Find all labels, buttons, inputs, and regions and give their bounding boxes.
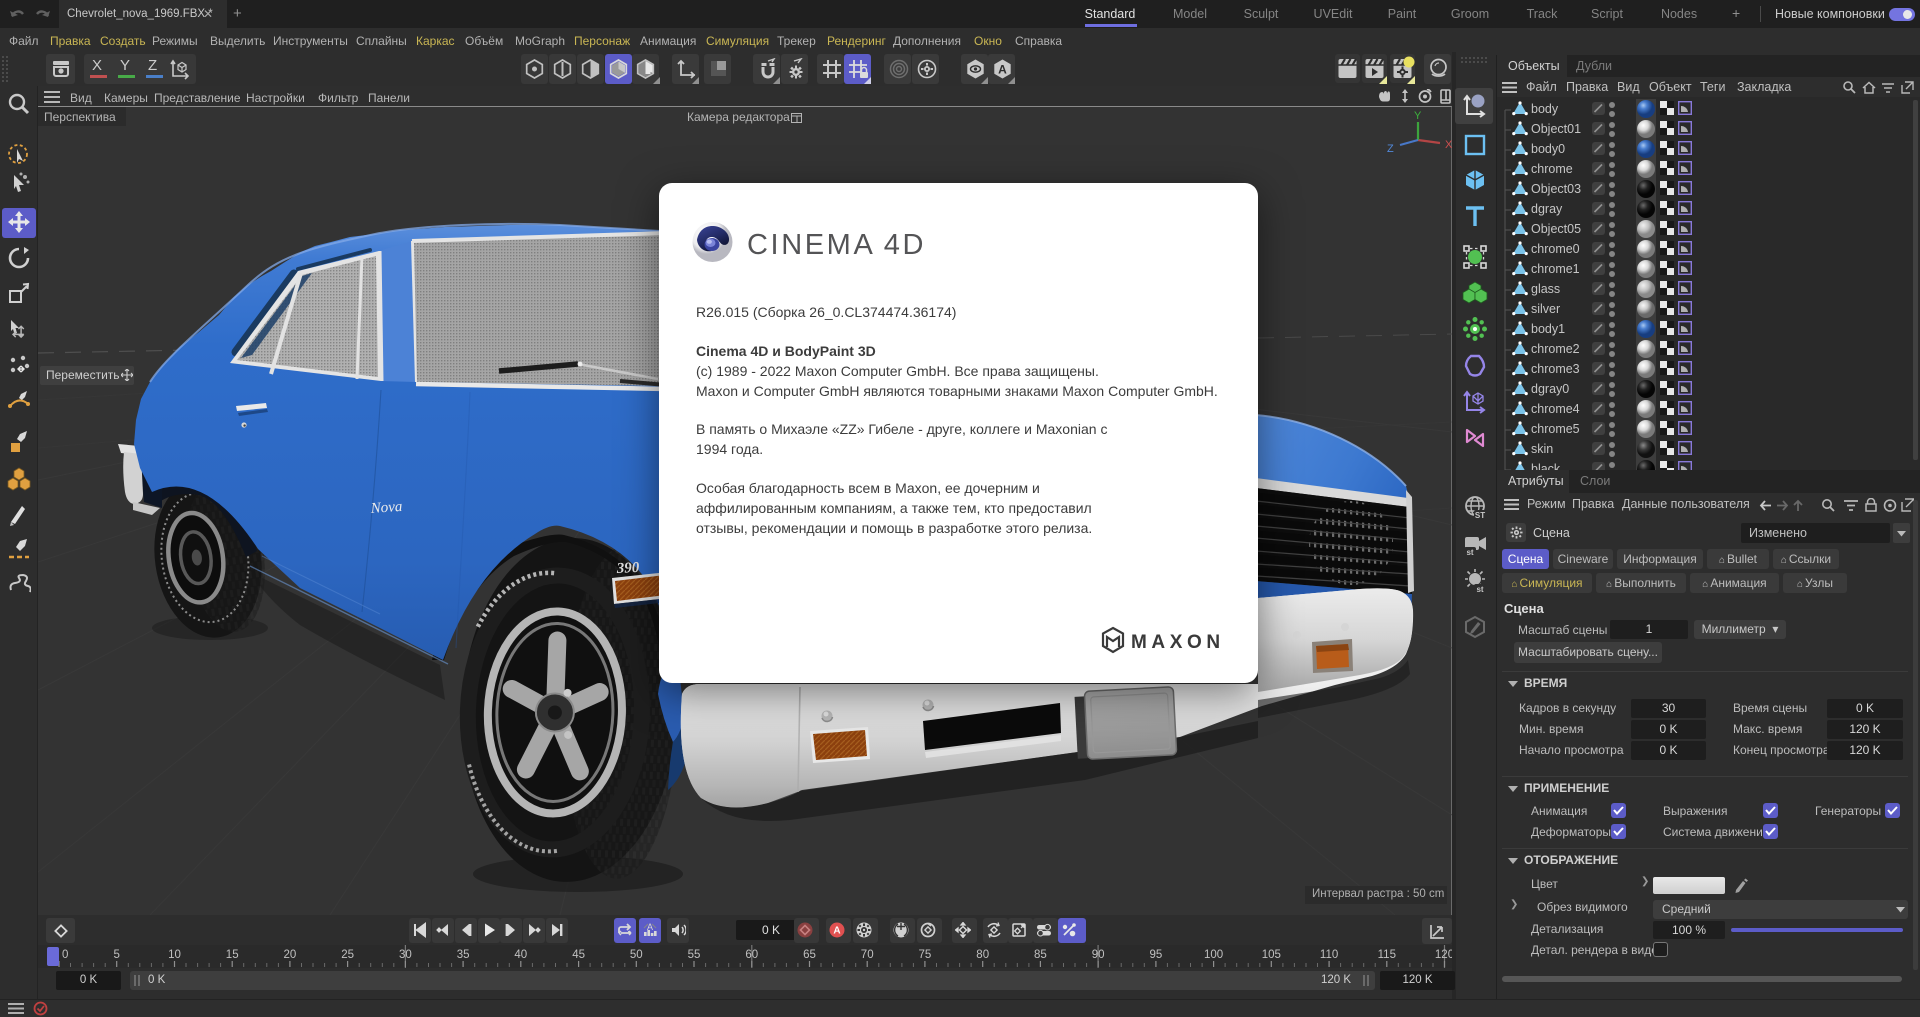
svg-text:silver: silver (1531, 302, 1560, 316)
svg-text:chrome2: chrome2 (1531, 342, 1580, 356)
svg-text:chrome3: chrome3 (1531, 362, 1580, 376)
svg-text:100: 100 (1204, 949, 1223, 961)
svg-text:Nova: Nova (369, 499, 403, 517)
svg-text:Object03: Object03 (1531, 182, 1581, 196)
svg-text:0: 0 (62, 949, 68, 961)
svg-text:10: 10 (168, 949, 181, 961)
svg-text:body: body (1531, 102, 1559, 116)
svg-text:body0: body0 (1531, 142, 1565, 156)
svg-text:Y: Y (1414, 110, 1422, 122)
svg-text:85: 85 (1034, 949, 1047, 961)
svg-text:30: 30 (399, 949, 412, 961)
svg-text:90: 90 (1092, 949, 1105, 961)
svg-text:skin: skin (1531, 442, 1553, 456)
svg-text:Object01: Object01 (1531, 122, 1581, 136)
svg-text:105: 105 (1262, 949, 1281, 961)
svg-text:25: 25 (341, 949, 354, 961)
svg-text:5: 5 (113, 949, 119, 961)
svg-text:80: 80 (976, 949, 989, 961)
svg-text:chrome1: chrome1 (1531, 262, 1580, 276)
svg-text:dgray0: dgray0 (1531, 382, 1569, 396)
svg-text:35: 35 (457, 949, 470, 961)
svg-text:dgray: dgray (1531, 202, 1563, 216)
svg-text:45: 45 (572, 949, 585, 961)
svg-text:50: 50 (630, 949, 643, 961)
svg-text:Object05: Object05 (1531, 222, 1581, 236)
svg-text:A: A (833, 926, 840, 937)
svg-text:MAXON: MAXON (1131, 632, 1225, 653)
svg-text:40: 40 (514, 949, 527, 961)
svg-text:black: black (1531, 462, 1561, 470)
svg-text:ST: ST (1475, 511, 1485, 520)
svg-text:chrome4: chrome4 (1531, 402, 1580, 416)
svg-text:20: 20 (284, 949, 297, 961)
svg-text:390: 390 (615, 560, 640, 577)
svg-text:chrome: chrome (1531, 162, 1573, 176)
svg-text:15: 15 (226, 949, 239, 961)
svg-text:glass: glass (1531, 282, 1560, 296)
svg-text:75: 75 (919, 949, 932, 961)
svg-text:body1: body1 (1531, 322, 1565, 336)
svg-text:60: 60 (745, 949, 758, 961)
svg-text:A: A (998, 63, 1007, 77)
svg-text:115: 115 (1378, 949, 1396, 961)
svg-text:110: 110 (1320, 949, 1338, 961)
svg-text:st: st (1476, 585, 1483, 594)
svg-text:120: 120 (1435, 949, 1452, 961)
svg-text:70: 70 (861, 949, 874, 961)
svg-text:65: 65 (803, 949, 816, 961)
svg-text:X: X (1445, 139, 1452, 151)
svg-text:55: 55 (688, 949, 701, 961)
svg-text:95: 95 (1150, 949, 1163, 961)
svg-text:chrome0: chrome0 (1531, 242, 1580, 256)
svg-text:st: st (1466, 548, 1473, 557)
svg-text:Z: Z (1387, 143, 1394, 155)
svg-text:chrome5: chrome5 (1531, 422, 1580, 436)
